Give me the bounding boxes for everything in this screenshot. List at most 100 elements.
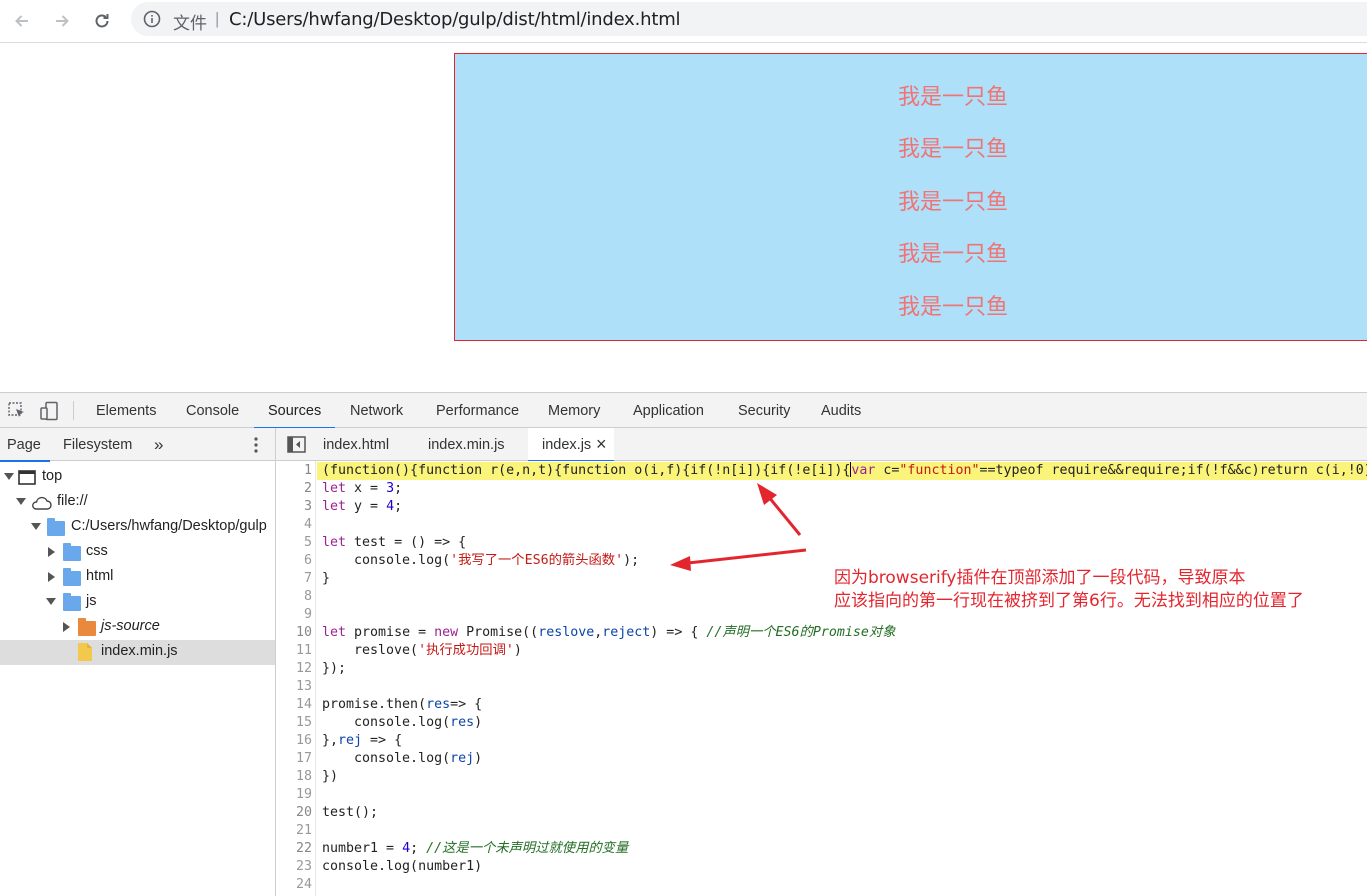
address-scheme-label: 文件 (173, 14, 207, 34)
code-line[interactable]: promise.then(res=> { (322, 696, 482, 714)
line-number[interactable]: 6 (276, 552, 312, 570)
devtools-panel: Elements Console Sources Network Perform… (0, 392, 1367, 896)
line-number[interactable]: 18 (276, 768, 312, 786)
code-line[interactable]: }) (322, 768, 338, 786)
folder-icon (63, 568, 81, 586)
fish-text-3: 我是一只鱼 (898, 190, 1009, 215)
line-number[interactable]: 16 (276, 732, 312, 750)
tab-elements[interactable]: Elements (96, 393, 156, 428)
toggle-navigator-icon[interactable] (287, 436, 306, 453)
navigator-tab-filesystem[interactable]: Filesystem (63, 428, 132, 461)
line-number[interactable]: 14 (276, 696, 312, 714)
line-number[interactable]: 20 (276, 804, 312, 822)
inspect-element-icon[interactable] (7, 401, 27, 421)
collapse-arrow-icon[interactable] (48, 547, 55, 557)
info-icon[interactable] (143, 10, 161, 28)
line-number[interactable]: 17 (276, 750, 312, 768)
cloud-icon (32, 496, 52, 510)
line-number[interactable]: 24 (276, 876, 312, 894)
tab-network[interactable]: Network (350, 393, 403, 428)
code-line[interactable]: console.log(number1) (322, 858, 482, 876)
navigator-tab-page[interactable]: Page (0, 428, 50, 462)
code-line[interactable]: number1 = 4; //这是一个未声明过就使用的变量 (322, 840, 628, 858)
folder-icon (63, 543, 81, 561)
line-number[interactable]: 23 (276, 858, 312, 876)
tree-item-index-min-js[interactable]: index.min.js (0, 640, 275, 665)
line-number[interactable]: 10 (276, 624, 312, 642)
code-line[interactable]: },rej => { (322, 732, 402, 750)
expand-arrow-icon[interactable] (16, 498, 26, 505)
code-line[interactable]: test(); (322, 804, 378, 822)
collapse-arrow-icon[interactable] (48, 572, 55, 582)
device-toolbar-icon[interactable] (39, 401, 59, 421)
code-line[interactable]: console.log(rej) (322, 750, 482, 768)
annotation-text-line-1: 因为browserify插件在顶部添加了一段代码，导致原本 (834, 568, 1246, 588)
reload-button[interactable] (89, 8, 115, 34)
tab-application[interactable]: Application (633, 393, 704, 428)
line-number[interactable]: 8 (276, 588, 312, 606)
code-editor[interactable]: 1 2 3 4 5 6 7 8 9 10 11 12 13 14 15 16 1… (276, 461, 1367, 896)
devtools-main-toolbar: Elements Console Sources Network Perform… (0, 393, 1367, 429)
fish-text-4: 我是一只鱼 (898, 242, 1009, 267)
address-bar[interactable]: 文件 | C:/Users/hwfang/Desktop/gulp/dist/h… (131, 2, 1367, 36)
expand-arrow-icon[interactable] (4, 473, 14, 480)
tree-item-label: file:// (57, 493, 88, 509)
code-line[interactable]: let promise = new Promise((reslove,rejec… (322, 624, 896, 642)
tab-performance[interactable]: Performance (436, 393, 519, 428)
line-number[interactable]: 4 (276, 516, 312, 534)
tree-item-html[interactable]: html (0, 565, 275, 590)
line-number[interactable]: 7 (276, 570, 312, 588)
line-number[interactable]: 11 (276, 642, 312, 660)
line-number[interactable]: 15 (276, 714, 312, 732)
address-url[interactable]: C:/Users/hwfang/Desktop/gulp/dist/html/i… (229, 9, 681, 30)
tree-item-label: top (42, 468, 63, 484)
line-number[interactable]: 21 (276, 822, 312, 840)
tree-item-file-scheme[interactable]: file:// (0, 490, 275, 515)
code-line[interactable]: let test = () => { (322, 534, 466, 552)
line-number[interactable]: 9 (276, 606, 312, 624)
editor-tab-index-min-js[interactable]: index.min.js (428, 428, 505, 461)
code-line[interactable]: reslove('执行成功回调') (322, 642, 522, 660)
navigator-more-tabs-button[interactable]: » (154, 428, 163, 461)
code-line[interactable]: console.log(res) (322, 714, 482, 732)
code-line[interactable]: (function(){function r(e,n,t){function o… (322, 462, 1367, 480)
line-number[interactable]: 19 (276, 786, 312, 804)
tree-item-css[interactable]: css (0, 540, 275, 565)
folder-icon (63, 593, 81, 611)
tab-audits[interactable]: Audits (821, 393, 861, 428)
back-button[interactable] (9, 8, 35, 34)
folder-icon (78, 618, 96, 636)
line-number[interactable]: 22 (276, 840, 312, 858)
tab-security[interactable]: Security (738, 393, 790, 428)
close-icon[interactable]: × (596, 427, 607, 461)
collapse-arrow-icon[interactable] (63, 622, 70, 632)
annotation-text-line-2: 应该指向的第一行现在被挤到了第6行。无法找到相应的位置了 (834, 591, 1304, 611)
tree-item-js[interactable]: js (0, 590, 275, 615)
forward-button[interactable] (49, 8, 75, 34)
fish-text-2: 我是一只鱼 (898, 137, 1009, 162)
more-options-icon[interactable] (250, 436, 262, 454)
tree-item-js-source[interactable]: js-source (0, 615, 275, 640)
tab-console[interactable]: Console (186, 393, 239, 428)
tab-sources[interactable]: Sources (253, 393, 336, 429)
code-line[interactable]: }); (322, 660, 346, 678)
page-viewport: 我是一只鱼 我是一只鱼 我是一只鱼 我是一只鱼 我是一只鱼 (0, 43, 1367, 392)
code-line[interactable]: console.log('我写了一个ES6的箭头函数'); (322, 552, 639, 570)
line-number[interactable]: 13 (276, 678, 312, 696)
expand-arrow-icon[interactable] (46, 598, 56, 605)
line-number[interactable]: 3 (276, 498, 312, 516)
expand-arrow-icon[interactable] (31, 523, 41, 530)
line-number[interactable]: 1 (276, 462, 312, 480)
fish-text-1: 我是一只鱼 (898, 85, 1009, 110)
line-number[interactable]: 12 (276, 660, 312, 678)
code-line[interactable]: } (322, 570, 330, 588)
code-line[interactable]: let x = 3; (322, 480, 402, 498)
editor-tab-index-html[interactable]: index.html (323, 428, 389, 461)
code-line[interactable]: let y = 4; (322, 498, 402, 516)
editor-tab-index-js[interactable]: index.js × (528, 427, 614, 462)
tab-memory[interactable]: Memory (548, 393, 600, 428)
tree-item-gulp-folder[interactable]: C:/Users/hwfang/Desktop/gulp (0, 515, 275, 540)
line-number[interactable]: 2 (276, 480, 312, 498)
line-number[interactable]: 5 (276, 534, 312, 552)
tree-item-top[interactable]: top (0, 465, 275, 490)
